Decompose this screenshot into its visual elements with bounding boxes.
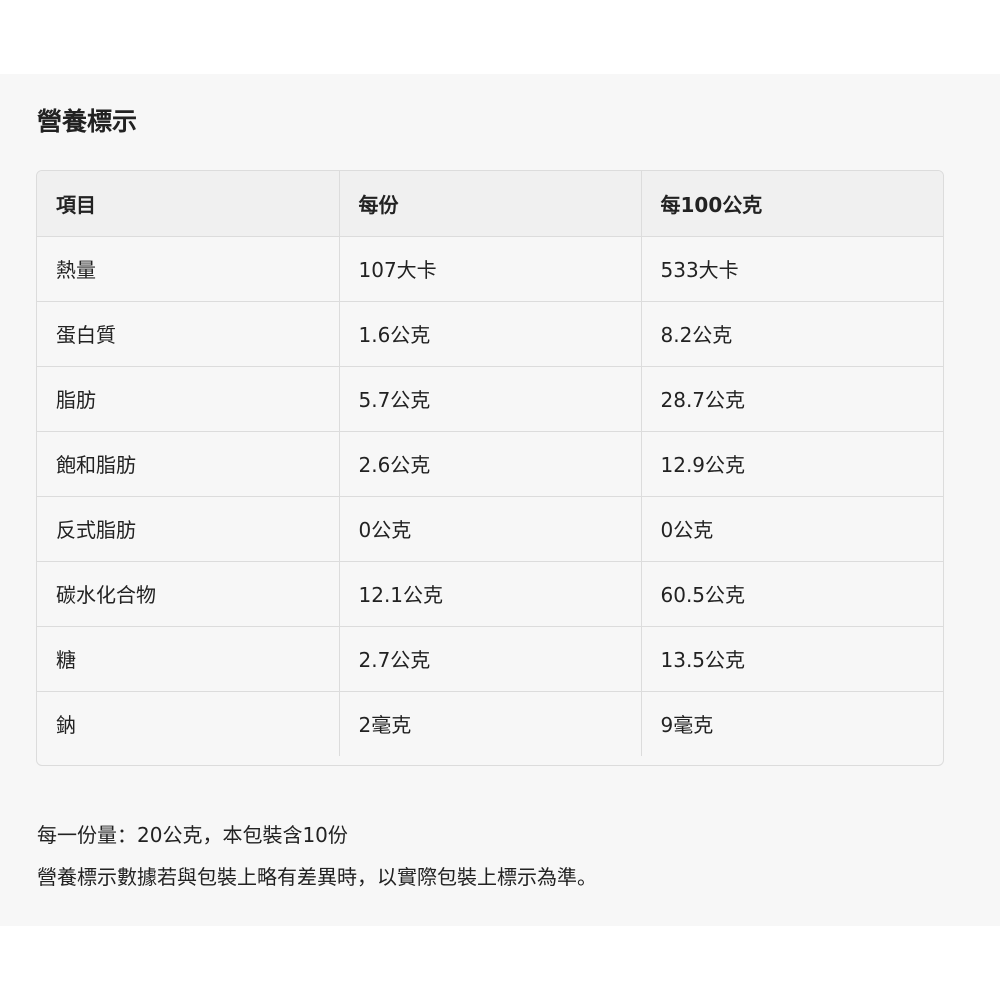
- row-per-100g: 533大卡: [641, 236, 943, 302]
- row-per-serving: 12.1公克: [339, 561, 642, 627]
- row-item: 鈉: [37, 691, 340, 756]
- table-row: 熱量 107大卡 533大卡: [37, 236, 943, 302]
- row-per-100g: 13.5公克: [641, 626, 943, 692]
- table-row: 反式脂肪 0公克 0公克: [37, 496, 943, 562]
- header-per-100g: 每100公克: [641, 171, 943, 237]
- row-per-serving: 5.7公克: [339, 366, 642, 432]
- row-item: 反式脂肪: [37, 496, 340, 562]
- table-row: 脂肪 5.7公克 28.7公克: [37, 366, 943, 432]
- table-row: 碳水化合物 12.1公克 60.5公克: [37, 561, 943, 627]
- table-row: 蛋白質 1.6公克 8.2公克: [37, 301, 943, 367]
- row-per-100g: 12.9公克: [641, 431, 943, 497]
- row-item: 蛋白質: [37, 301, 340, 367]
- nutrition-table-container: 項目 每份 每100公克 熱量 107大卡 533大卡 蛋白質 1.6公克 8.…: [36, 170, 944, 766]
- row-item: 碳水化合物: [37, 561, 340, 627]
- page-title: 營養標示: [37, 107, 138, 136]
- row-item: 脂肪: [37, 366, 340, 432]
- row-per-100g: 9毫克: [660, 713, 714, 738]
- row-per-serving: 2.7公克: [339, 626, 642, 692]
- table-row: 鈉 2毫克 9毫克: [37, 691, 943, 756]
- header-item: 項目: [37, 171, 340, 237]
- row-item: 熱量: [37, 236, 340, 302]
- table-header-row: 項目 每份 每100公克: [37, 171, 943, 237]
- disclaimer-note: 營養標示數據若與包裝上略有差異時，以實際包裝上標示為準。: [37, 865, 597, 889]
- row-item: 糖: [37, 626, 340, 692]
- row-per-serving: 2.6公克: [339, 431, 642, 497]
- nutrition-notes: 每一份量：20公克，本包裝含10份 營養標示數據若與包裝上略有差異時，以實際包裝…: [37, 814, 597, 898]
- serving-size-note: 每一份量：20公克，本包裝含10份: [37, 823, 348, 847]
- nutrition-table: 項目 每份 每100公克 熱量 107大卡 533大卡 蛋白質 1.6公克 8.…: [37, 171, 943, 756]
- row-per-serving: 107大卡: [339, 236, 642, 302]
- row-per-100g: 28.7公克: [641, 366, 943, 432]
- table-row: 糖 2.7公克 13.5公克: [37, 626, 943, 692]
- row-per-100g: 0公克: [641, 496, 943, 562]
- nutrition-panel: 營養標示 項目 每份 每100公克 熱量 107大卡 533大卡 蛋白質 1.6…: [0, 74, 1000, 926]
- row-item: 飽和脂肪: [37, 431, 340, 497]
- row-per-serving: 1.6公克: [339, 301, 642, 367]
- row-per-serving: 2毫克: [339, 691, 642, 756]
- row-per-serving: 0公克: [339, 496, 642, 562]
- row-per-100g: 8.2公克: [641, 301, 943, 367]
- row-per-100g: 60.5公克: [641, 561, 943, 627]
- table-row: 飽和脂肪 2.6公克 12.9公克: [37, 431, 943, 497]
- header-per-serving: 每份: [339, 171, 642, 237]
